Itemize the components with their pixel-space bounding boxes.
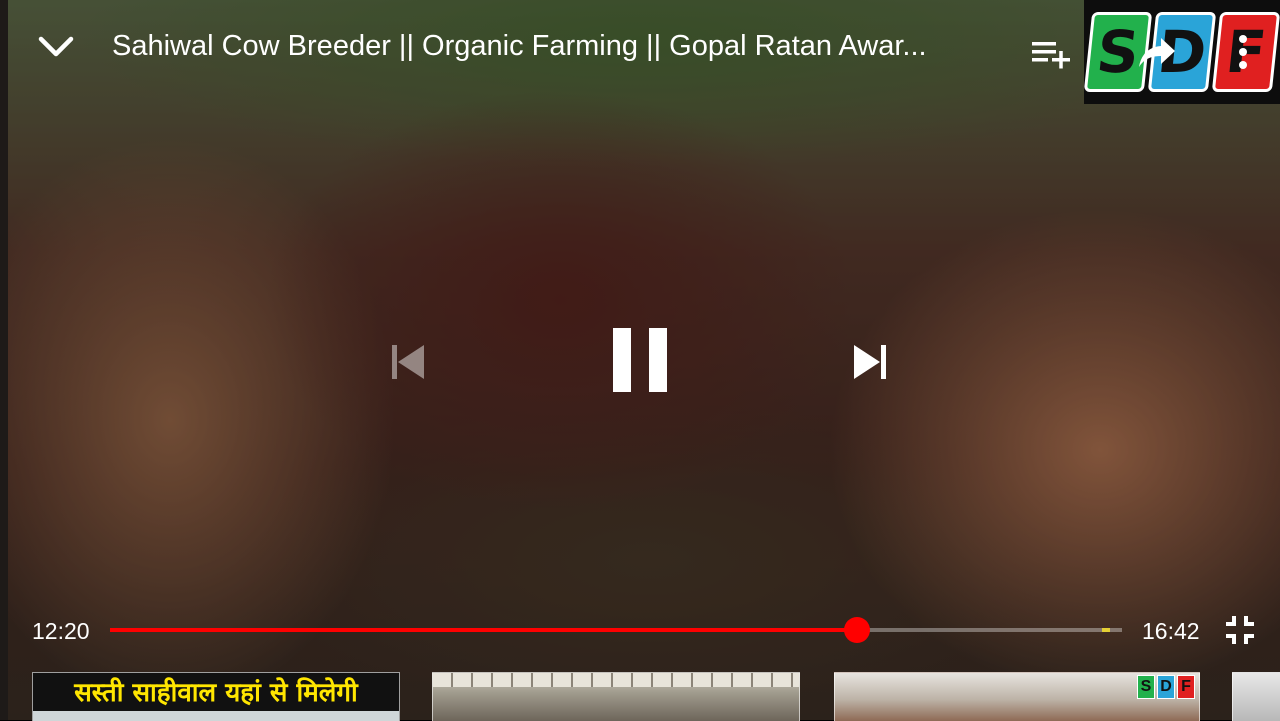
next-button[interactable]	[846, 338, 894, 386]
pause-button[interactable]	[604, 320, 676, 400]
skip-next-icon	[854, 345, 886, 379]
seek-buffered-marker	[1102, 628, 1111, 632]
share-button[interactable]	[1130, 28, 1184, 78]
thumbnail-image	[433, 673, 799, 687]
fullscreen-exit-icon	[1226, 616, 1254, 644]
related-video-thumbnail[interactable]: सस्ती साहीवाल यहां से मिलेगी	[32, 672, 400, 721]
previous-button[interactable]	[384, 338, 432, 386]
logo-letter: F	[1177, 675, 1195, 699]
minimize-button[interactable]	[28, 24, 84, 70]
add-to-queue-button[interactable]	[1024, 28, 1080, 78]
add-to-queue-icon	[1032, 42, 1070, 69]
share-icon	[1139, 38, 1175, 67]
seek-bar[interactable]	[110, 617, 1122, 643]
player-top-bar: Sahiwal Cow Breeder || Organic Farming |…	[0, 0, 1280, 104]
pause-icon	[613, 328, 667, 392]
seek-played-progress	[110, 628, 857, 632]
playback-controls	[0, 320, 1280, 400]
logo-letter: S	[1137, 675, 1155, 699]
current-time: 12:20	[32, 618, 90, 644]
skip-previous-icon	[392, 345, 424, 379]
more-options-button[interactable]	[1218, 24, 1268, 80]
logo-letter: D	[1157, 675, 1175, 699]
seek-thumb[interactable]	[843, 617, 870, 643]
video-title: Sahiwal Cow Breeder || Organic Farming |…	[112, 30, 927, 62]
exit-fullscreen-button[interactable]	[1218, 608, 1262, 652]
total-duration: 16:42	[1142, 618, 1200, 644]
chevron-down-icon	[38, 36, 74, 57]
related-video-thumbnail[interactable]	[1232, 672, 1280, 721]
thumbnail-caption: सस्ती साहीवाल यहां से मिलेगी	[74, 678, 358, 708]
thumbnail-channel-logo: S D F	[1137, 675, 1195, 699]
related-video-thumbnail[interactable]	[432, 672, 800, 721]
related-videos-strip: सस्ती साहीवाल यहां से मिलेगी S D F	[0, 672, 1280, 721]
more-vert-icon	[1239, 35, 1247, 69]
related-video-thumbnail[interactable]: S D F	[834, 672, 1200, 721]
